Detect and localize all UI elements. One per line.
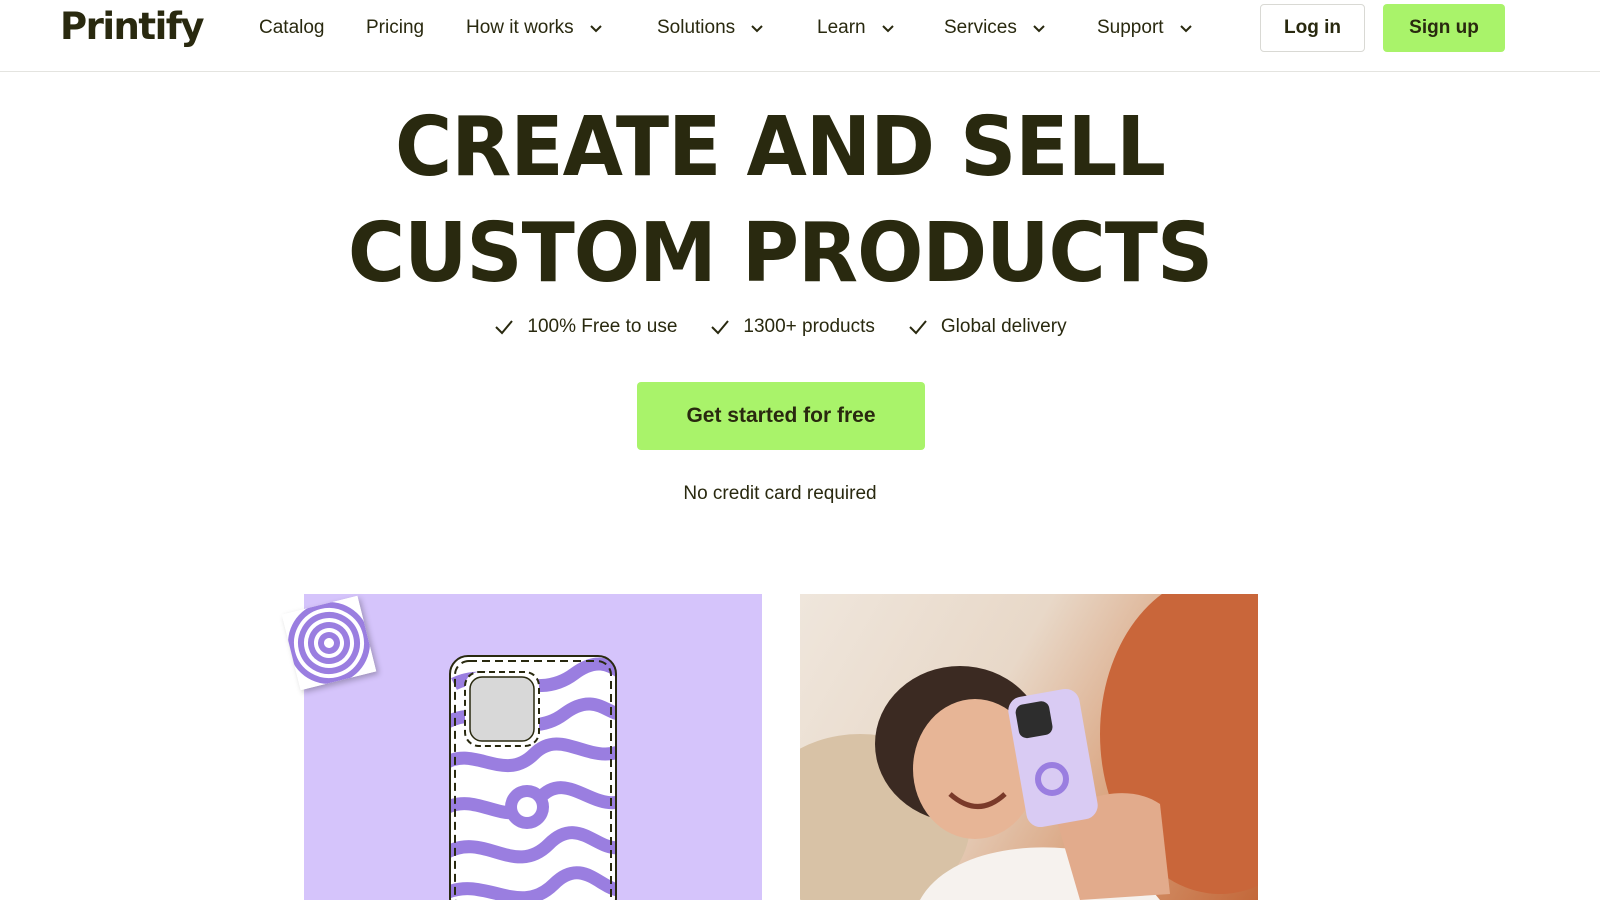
photo-illustration [800,594,1258,900]
printify-logo[interactable]: Printify [60,5,204,48]
phone-case-mockup-image [304,594,762,900]
signup-button[interactable]: Sign up [1383,4,1505,52]
nav-catalog[interactable]: Catalog [259,16,325,40]
nav-services-label: Services [944,17,1017,38]
feature-label: Global delivery [940,316,1067,337]
feature-item: 1300+ products [709,316,875,338]
nav-services[interactable]: Services [944,16,1047,40]
feature-list: 100% Free to use 1300+ products Global d… [0,316,1560,338]
nav-catalog-label: Catalog [259,17,325,38]
check-icon [495,320,514,335]
feature-item: 100% Free to use [493,316,677,338]
nav-solutions-label: Solutions [657,17,736,38]
nav-how-it-works[interactable]: How it works [466,16,604,40]
nav-pricing-label: Pricing [366,17,425,38]
login-button[interactable]: Log in [1260,4,1365,52]
nav-how-it-works-label: How it works [466,17,574,38]
phone-case-illustration [449,655,617,900]
hero-title: CREATE AND SELL CUSTOM PRODUCTS [0,95,1560,307]
check-icon [909,320,927,335]
chevron-down-icon [751,25,763,33]
nav-solutions[interactable]: Solutions [657,16,765,40]
chevron-down-icon [589,25,602,33]
site-header: Printify Catalog Pricing How it works So… [0,0,1600,72]
no-credit-card-note: No credit card required [683,483,877,504]
check-icon [711,320,730,335]
customer-photo-image [800,594,1258,900]
nav-pricing[interactable]: Pricing [366,16,424,40]
feature-label: 100% Free to use [527,316,678,337]
get-started-button[interactable]: Get started for free [637,382,925,450]
nav-learn[interactable]: Learn [817,16,896,40]
feature-item: Global delivery [907,316,1067,338]
chevron-down-icon [1033,25,1045,33]
nav-learn-label: Learn [817,17,866,38]
chevron-down-icon [881,25,894,33]
chevron-down-icon [1179,25,1192,33]
feature-label: 1300+ products [743,316,875,337]
nav-support[interactable]: Support [1097,16,1194,40]
hero-title-line-2: CUSTOM PRODUCTS [347,206,1213,301]
hero-title-line-1: CREATE AND SELL [395,100,1166,195]
nav-support-label: Support [1097,17,1164,38]
